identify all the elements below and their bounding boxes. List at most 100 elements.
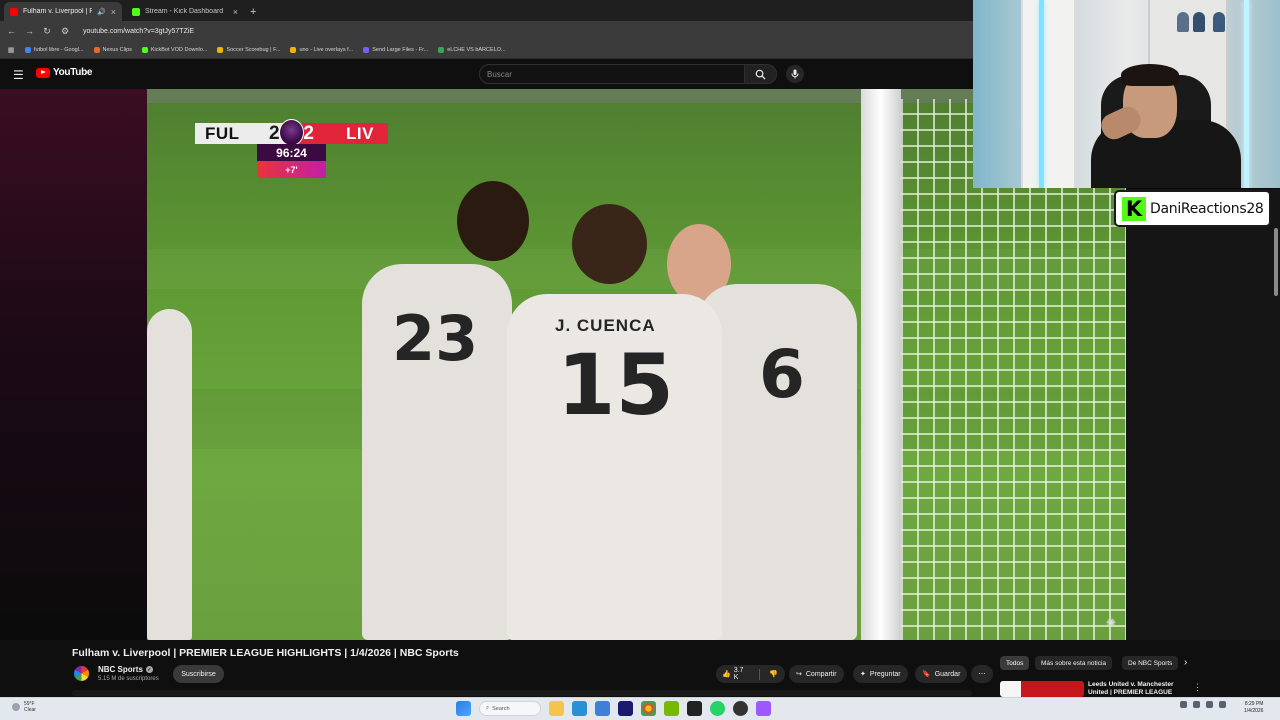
youtube-favicon-icon [10, 7, 18, 16]
channel-name[interactable]: NBC Sports ✓ [98, 665, 153, 674]
subscribe-button[interactable]: Suscribirse [173, 665, 224, 683]
chip-nbc-sports[interactable]: De NBC Sports [1122, 656, 1179, 670]
led-strip [1244, 0, 1249, 188]
folder-icon [93, 46, 100, 53]
like-button[interactable]: 👍 3.7 K [722, 667, 749, 681]
menu-icon[interactable]: ☰ [13, 68, 24, 82]
bookmark-item[interactable]: uno - Live overlays f... [290, 46, 354, 53]
bookmark-item[interactable]: Soccer Scorebug | F... [217, 46, 280, 53]
divider [759, 668, 761, 680]
chevron-right-icon[interactable]: › [1184, 657, 1187, 668]
taskbar-search-label: Search [492, 705, 510, 712]
back-icon[interactable]: ← [7, 26, 16, 36]
send-files-icon [363, 46, 370, 53]
apps-grid-icon[interactable]: ▦ [7, 46, 15, 54]
tab-kick-dashboard[interactable]: Stream - Kick Dashboard × [126, 2, 244, 21]
bookmark-label: Nexus Clips [102, 46, 132, 53]
bookmark-item[interactable]: futbol libre - Googl... [25, 46, 84, 53]
chip-all[interactable]: Todos [1000, 656, 1030, 670]
player-cuenca: J. CUENCA 15 [507, 294, 722, 640]
browser-tab-strip: Fulham v. Liverpool | PREMI 🔊 × Stream -… [0, 0, 973, 21]
shirt-number: 15 [557, 336, 674, 434]
home-team: FUL [195, 123, 267, 144]
tab-youtube[interactable]: Fulham v. Liverpool | PREMI 🔊 × [4, 2, 122, 21]
microphone-icon [791, 69, 799, 79]
dislike-button[interactable]: 👎 [769, 670, 778, 678]
capcut-icon[interactable] [687, 701, 702, 716]
player-23: 23 [362, 264, 512, 640]
forward-icon[interactable]: → [25, 26, 34, 36]
sparkle-icon: ✦ [860, 671, 866, 678]
chrome-icon[interactable] [641, 701, 656, 716]
subscriber-count: 5.15 M de suscriptores [98, 676, 159, 682]
more-actions-button[interactable]: ⋯ [971, 665, 993, 683]
speaker-icon[interactable] [1206, 701, 1213, 708]
channel-avatar[interactable] [72, 664, 91, 683]
bookmark-icon: 🔖 [922, 671, 931, 678]
wardrobe-door [1021, 0, 1076, 188]
bookmark-item[interactable]: KickBot VOD Downlo... [141, 46, 208, 53]
edge-icon[interactable] [572, 701, 587, 716]
shirt-name: J. CUENCA [555, 316, 656, 335]
weather-widget[interactable]: 59°F Clear [12, 701, 36, 713]
file-explorer-icon[interactable] [549, 701, 564, 716]
youtube-play-icon [36, 67, 50, 78]
scorebug: FUL 2 2 LIV [195, 119, 388, 146]
address-bar: ← → ↻ ⚙ youtube.com/watch?v=3gtJy57TZiE [0, 21, 973, 41]
page-scrollbar[interactable] [1274, 228, 1278, 296]
search-button[interactable] [744, 65, 776, 83]
site-info-icon[interactable]: ⚙ [61, 26, 69, 37]
chevron-up-icon[interactable] [1180, 701, 1187, 708]
weather-desc: Clear [24, 707, 36, 713]
wifi-icon[interactable] [1193, 701, 1200, 708]
search-icon [755, 69, 766, 80]
search-input[interactable] [480, 69, 744, 79]
youtube-logo[interactable]: YouTube [36, 67, 93, 78]
save-button[interactable]: 🔖 Guardar [915, 665, 968, 683]
close-tab-icon[interactable]: × [111, 7, 116, 17]
clock-time: 8:29 PM [1244, 701, 1264, 707]
away-score: 2 [303, 122, 314, 144]
uno-icon [290, 46, 297, 53]
bookmark-label: eLCHE VS bARCELO... [447, 46, 506, 53]
close-tab-icon[interactable]: × [233, 7, 238, 17]
taskbar-clock[interactable]: 8:29 PM 1/4/2026 [1244, 701, 1263, 715]
score: 2 2 [267, 119, 316, 146]
cap [1213, 12, 1225, 32]
bookmark-label: KickBot VOD Downlo... [150, 46, 208, 53]
battery-icon[interactable] [1219, 701, 1226, 708]
related-video-thumbnail[interactable] [1000, 681, 1084, 697]
share-button[interactable]: ↪ Compartir [789, 665, 844, 683]
new-tab-button[interactable]: + [250, 6, 256, 18]
taskbar-search[interactable]: ⌕ Search [479, 701, 541, 716]
speaker-icon[interactable]: 🔊 [97, 8, 106, 16]
nvidia-icon[interactable] [664, 701, 679, 716]
chip-more-news[interactable]: Más sobre esta noticia [1035, 656, 1113, 670]
ask-button[interactable]: ✦ Preguntar [853, 665, 908, 683]
voice-search-button[interactable] [786, 65, 804, 83]
bookmark-item[interactable]: eLCHE VS bARCELO... [438, 46, 506, 53]
bookmark-label: uno - Live overlays f... [299, 46, 354, 53]
adobe-icon[interactable] [618, 701, 633, 716]
reload-icon[interactable]: ↻ [43, 26, 51, 37]
save-label: Guardar [934, 670, 961, 678]
obs-icon[interactable] [733, 701, 748, 716]
bookmark-item[interactable]: Nexus Clips [93, 46, 132, 53]
tab-title: Stream - Kick Dashboard [145, 8, 224, 15]
windows-start-icon[interactable] [456, 701, 471, 716]
home-score: 2 [269, 122, 280, 144]
like-count: 3.7 K [733, 667, 744, 681]
app-icon[interactable] [756, 701, 771, 716]
more-vertical-icon[interactable]: ⋮ [1193, 682, 1202, 693]
related-video-title[interactable]: Leeds United v. Manchester United | PREM… [1088, 681, 1180, 695]
webcam-overlay [973, 0, 1280, 188]
tab-title: Fulham v. Liverpool | PREMI [23, 8, 93, 15]
store-icon[interactable] [595, 701, 610, 716]
link-icon [438, 46, 445, 53]
description-panel [72, 690, 972, 696]
bookmark-item[interactable]: Send Large Files - Fr... [363, 46, 428, 53]
player-head [572, 204, 647, 284]
share-label: Compartir [805, 670, 837, 678]
url-field[interactable]: youtube.com/watch?v=3gtJy57TZiE [83, 28, 194, 35]
whatsapp-icon[interactable] [710, 701, 725, 716]
